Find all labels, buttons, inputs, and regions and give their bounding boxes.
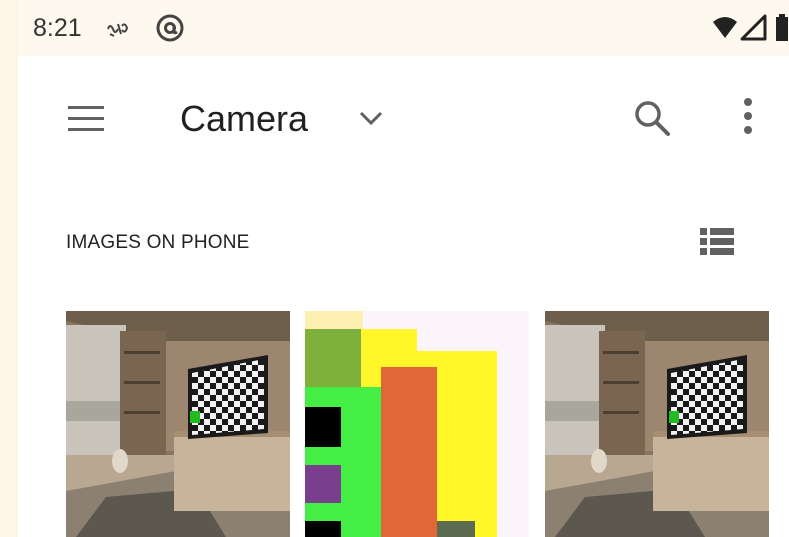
image-thumbnail[interactable] <box>66 311 290 537</box>
status-time: 8:21 <box>33 14 82 42</box>
app-bar: Camera <box>18 56 789 186</box>
cell-signal-icon <box>740 14 767 41</box>
list-view-toggle[interactable] <box>698 224 736 260</box>
wifi-icon <box>713 17 737 38</box>
folder-title: Camera <box>180 98 309 139</box>
search-icon <box>635 101 670 136</box>
room-photo-image <box>66 311 290 537</box>
search-button[interactable] <box>630 96 674 140</box>
menu-button[interactable] <box>64 100 108 140</box>
image-thumbnail[interactable] <box>305 311 529 537</box>
menu-icon <box>68 106 104 131</box>
battery-icon <box>776 14 788 41</box>
list-view-icon <box>700 228 734 255</box>
status-bar: 8:21 <box>18 0 789 56</box>
room-photo-image <box>545 311 769 537</box>
more-vert-icon <box>744 98 752 134</box>
folder-dropdown[interactable]: Camera <box>180 96 383 142</box>
image-thumbnail[interactable] <box>545 311 769 537</box>
pixel-art-image <box>305 311 529 537</box>
phone-screen: 8:21 Camera IMAGES ON PHONE <box>18 0 789 537</box>
section-label: IMAGES ON PHONE <box>66 232 250 253</box>
notification-icon <box>107 23 129 37</box>
chevron-down-icon <box>359 111 383 126</box>
more-options-button[interactable] <box>734 96 762 140</box>
at-sign-icon <box>156 14 184 42</box>
